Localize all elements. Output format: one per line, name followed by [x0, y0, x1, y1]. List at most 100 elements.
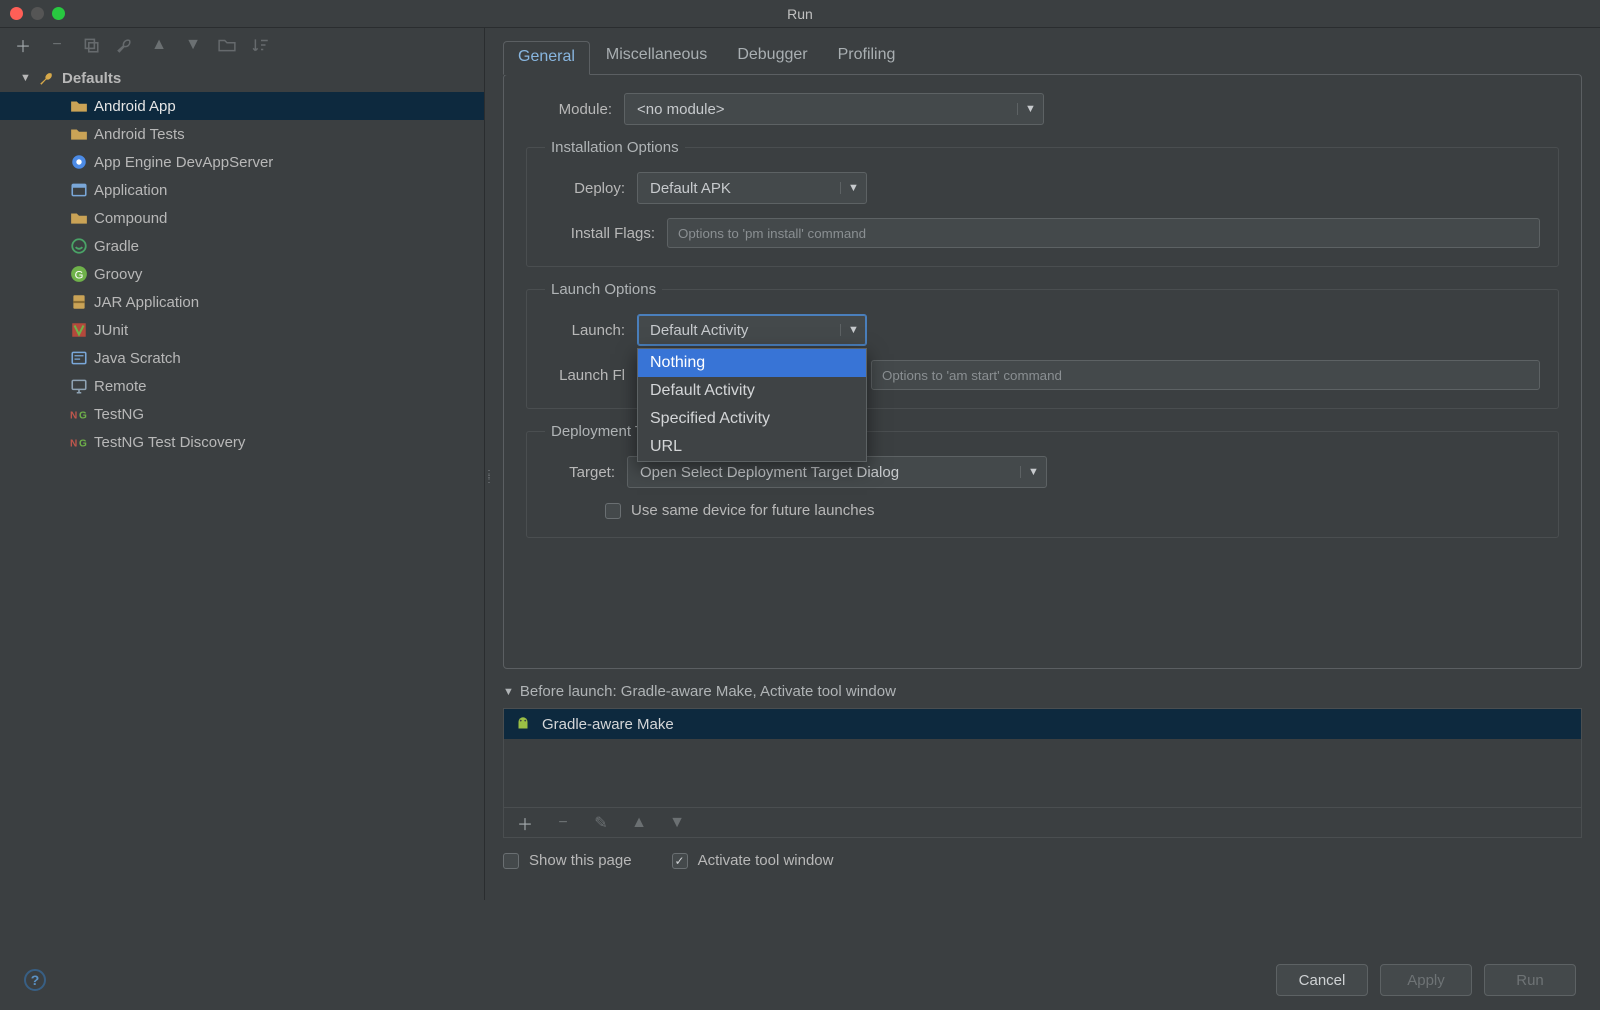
module-combo[interactable]: <no module> ▼ — [624, 93, 1044, 125]
caret-down-icon: ▼ — [20, 72, 32, 84]
titlebar: Run — [0, 0, 1600, 28]
copy-icon[interactable] — [82, 36, 100, 54]
folder-icon — [70, 125, 88, 143]
launch-combo-anchor: Default Activity ▼ Nothing Default Activ… — [637, 314, 867, 346]
gradle-icon — [70, 237, 88, 255]
zoom-icon[interactable] — [52, 7, 65, 20]
before-launch-checks: Show this page Activate tool window — [503, 852, 1582, 869]
launch-row: Launch: Default Activity ▼ Nothing Defau… — [545, 314, 1540, 346]
tree-item-label: Gradle — [94, 238, 139, 255]
checkbox-icon — [605, 503, 621, 519]
svg-text:N: N — [70, 439, 77, 450]
run-button[interactable]: Run — [1484, 964, 1576, 996]
before-launch-header[interactable]: ▼ Before launch: Gradle-aware Make, Acti… — [503, 683, 1582, 700]
tree-item-label: Android Tests — [94, 126, 185, 143]
install-flags-label: Install Flags: — [545, 225, 655, 242]
remote-icon — [70, 377, 88, 395]
tree-item-application[interactable]: Application — [0, 176, 484, 204]
window-controls — [10, 7, 65, 20]
window-title: Run — [0, 6, 1600, 22]
before-launch-list[interactable]: Gradle-aware Make — [503, 708, 1582, 808]
up-icon[interactable]: ▲ — [630, 814, 648, 832]
tree-item-testng-discovery[interactable]: NG TestNG Test Discovery — [0, 428, 484, 456]
remove-icon[interactable]: − — [48, 36, 66, 54]
footer: ? Cancel Apply Run — [0, 964, 1600, 996]
dropdown-item-default-activity[interactable]: Default Activity — [638, 377, 866, 405]
deployment-legend: Deployment T — [545, 423, 650, 440]
app-icon — [70, 181, 88, 199]
module-value: <no module> — [625, 101, 1017, 118]
wrench-icon[interactable] — [116, 36, 134, 54]
sidebar-toolbar: ＋ − ▲ ▼ — [0, 28, 484, 62]
sort-icon[interactable] — [252, 36, 270, 54]
activate-tool-window-checkbox[interactable]: Activate tool window — [672, 852, 834, 869]
list-item[interactable]: Gradle-aware Make — [504, 709, 1581, 739]
splitter-grip-icon[interactable]: ⋮⋮ — [484, 472, 490, 482]
launch-flags-input[interactable] — [871, 360, 1540, 390]
content-panel: General Miscellaneous Debugger Profiling… — [485, 28, 1600, 900]
installation-options-group: Installation Options Deploy: Default APK… — [526, 139, 1559, 267]
checkbox-icon — [503, 853, 519, 869]
add-icon[interactable]: ＋ — [14, 36, 32, 54]
launch-label: Launch: — [545, 322, 625, 339]
close-icon[interactable] — [10, 7, 23, 20]
tree-item-remote[interactable]: Remote — [0, 372, 484, 400]
use-same-device-checkbox[interactable]: Use same device for future launches — [605, 502, 874, 519]
tree-item-label: Java Scratch — [94, 350, 181, 367]
tree-item-compound[interactable]: Compound — [0, 204, 484, 232]
tab-general[interactable]: General — [503, 41, 590, 75]
tree-item-android-app[interactable]: Android App — [0, 92, 484, 120]
install-flags-input[interactable] — [667, 218, 1540, 248]
launch-options-group: Launch Options Launch: Default Activity … — [526, 281, 1559, 409]
launch-combo[interactable]: Default Activity ▼ — [637, 314, 867, 346]
tree-item-gradle[interactable]: Gradle — [0, 232, 484, 260]
show-this-page-label: Show this page — [529, 852, 632, 869]
tree-item-testng[interactable]: NG TestNG — [0, 400, 484, 428]
tree-item-appengine[interactable]: App Engine DevAppServer — [0, 148, 484, 176]
launch-dropdown: Nothing Default Activity Specified Activ… — [637, 348, 867, 462]
tab-profiling[interactable]: Profiling — [824, 40, 910, 74]
down-icon[interactable]: ▼ — [184, 36, 202, 54]
tree-item-jar[interactable]: JAR Application — [0, 288, 484, 316]
folder-icon[interactable] — [218, 36, 236, 54]
main: ＋ − ▲ ▼ ▼ Defaults — [0, 28, 1600, 900]
deploy-combo[interactable]: Default APK ▼ — [637, 172, 867, 204]
launch-value: Default Activity — [638, 322, 840, 339]
install-flags-row: Install Flags: — [545, 218, 1540, 248]
apply-button[interactable]: Apply — [1380, 964, 1472, 996]
android-icon — [514, 715, 532, 733]
folder-icon — [70, 209, 88, 227]
remove-icon[interactable]: − — [554, 814, 572, 832]
tree-root-defaults[interactable]: ▼ Defaults — [0, 64, 484, 92]
dropdown-item-url[interactable]: URL — [638, 433, 866, 461]
wrench-yellow-icon — [38, 69, 56, 87]
tabs: General Miscellaneous Debugger Profiling — [503, 40, 1582, 74]
dropdown-item-specified-activity[interactable]: Specified Activity — [638, 405, 866, 433]
same-device-row: Use same device for future launches — [545, 502, 1540, 519]
tree-item-android-tests[interactable]: Android Tests — [0, 120, 484, 148]
cancel-button[interactable]: Cancel — [1276, 964, 1368, 996]
tree-item-groovy[interactable]: G Groovy — [0, 260, 484, 288]
tree-item-java-scratch[interactable]: Java Scratch — [0, 344, 484, 372]
down-icon[interactable]: ▼ — [668, 814, 686, 832]
tab-miscellaneous[interactable]: Miscellaneous — [592, 40, 721, 74]
use-same-device-label: Use same device for future launches — [631, 502, 874, 519]
tree-item-label: JUnit — [94, 322, 128, 339]
launch-flags-label: Launch Fl — [545, 367, 625, 384]
deploy-label: Deploy: — [545, 180, 625, 197]
tab-content: Module: <no module> ▼ Installation Optio… — [503, 74, 1582, 669]
add-icon[interactable]: ＋ — [516, 814, 534, 832]
up-icon[interactable]: ▲ — [150, 36, 168, 54]
tree-item-label: Groovy — [94, 266, 142, 283]
tree-item-junit[interactable]: JUnit — [0, 316, 484, 344]
tree-item-label: App Engine DevAppServer — [94, 154, 273, 171]
dropdown-item-nothing[interactable]: Nothing — [638, 349, 866, 377]
show-this-page-checkbox[interactable]: Show this page — [503, 852, 632, 869]
edit-icon[interactable]: ✎ — [592, 814, 610, 832]
tree-item-label: JAR Application — [94, 294, 199, 311]
config-tree: ▼ Defaults Android App Android Tests App… — [0, 62, 484, 900]
tab-debugger[interactable]: Debugger — [723, 40, 821, 74]
help-icon[interactable]: ? — [24, 969, 46, 991]
checkbox-checked-icon — [672, 853, 688, 869]
tree-item-label: TestNG — [94, 406, 144, 423]
